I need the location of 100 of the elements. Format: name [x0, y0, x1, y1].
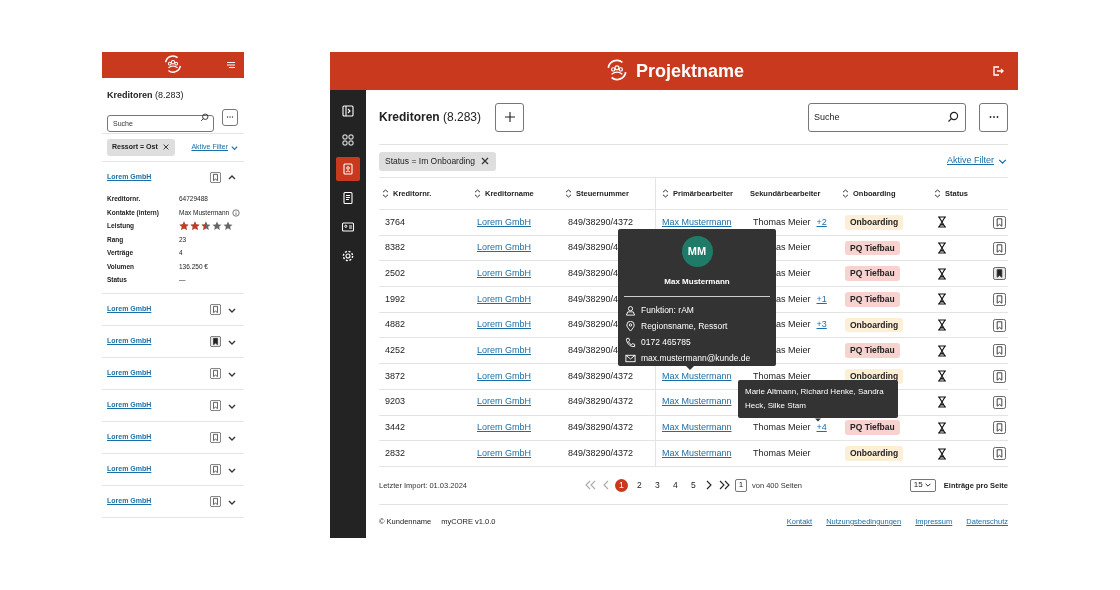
- add-button[interactable]: [495, 102, 525, 132]
- onboarding-badge: PQ Tiefbau: [845, 240, 900, 256]
- hourglass-icon: [937, 370, 947, 383]
- more-contacts-link[interactable]: +1: [816, 292, 827, 307]
- bookmark-icon[interactable]: [993, 215, 1006, 229]
- table-cell: as Meier: [776, 344, 811, 358]
- bookmark-filled-icon[interactable]: [993, 267, 1006, 281]
- last-page-icon[interactable]: [717, 480, 730, 491]
- bookmark-filled-icon[interactable]: [210, 336, 221, 347]
- company-link[interactable]: Lorem GmbH: [477, 447, 531, 458]
- close-icon[interactable]: [161, 143, 170, 151]
- page-title: Kreditoren (8.283): [106, 89, 185, 102]
- document-icon: [341, 191, 355, 205]
- more-contacts-link[interactable]: +3: [816, 318, 827, 332]
- bookmark-icon[interactable]: [210, 171, 221, 183]
- page-button[interactable]: 5: [686, 478, 700, 492]
- contact-link[interactable]: Max Mustermann: [662, 446, 732, 461]
- bookmark-icon[interactable]: [993, 318, 1006, 332]
- table-cell: 849/38290/4: [568, 242, 619, 253]
- menu-icon[interactable]: [226, 60, 236, 70]
- star-icon: [223, 221, 233, 232]
- table-cell: 3764: [385, 216, 406, 227]
- active-filter-link[interactable]: Aktive Filter: [947, 154, 1008, 168]
- filter-chip[interactable]: Status = Im Onboarding: [379, 151, 496, 171]
- contact-detail: max.mustermann@kunde.de: [641, 351, 751, 365]
- sort-icon[interactable]: [474, 189, 481, 198]
- onboarding-badge: PQ Tiefbau: [845, 266, 900, 282]
- table-cell: 849/38290/4372: [568, 370, 634, 381]
- bookmark-icon[interactable]: [210, 464, 221, 475]
- onboarding-badge: PQ Tiefbau: [845, 292, 900, 307]
- info-icon[interactable]: [232, 208, 241, 217]
- logout-icon[interactable]: [992, 65, 1004, 77]
- id-card-icon: [341, 220, 355, 234]
- company-link[interactable]: Lorem GmbH: [477, 370, 531, 381]
- bookmark-icon[interactable]: [210, 400, 221, 411]
- more-button[interactable]: [222, 108, 238, 126]
- close-icon[interactable]: [480, 156, 490, 166]
- table-cell: 2832: [385, 447, 406, 458]
- company-link[interactable]: Lorem GmbH: [477, 396, 531, 407]
- company-link[interactable]: Lorem GmbH: [477, 242, 531, 253]
- bookmark-icon[interactable]: [993, 292, 1006, 306]
- bookmark-icon[interactable]: [993, 395, 1006, 409]
- per-page-select[interactable]: 15: [909, 478, 936, 492]
- contact-link[interactable]: Max Mustermann: [662, 395, 732, 409]
- page-input[interactable]: 1: [734, 478, 747, 492]
- more-contacts-link[interactable]: +4: [816, 421, 827, 435]
- bookmark-icon[interactable]: [993, 344, 1006, 358]
- bookmark-icon[interactable]: [993, 369, 1006, 383]
- table-cell: Thomas Meier: [753, 421, 811, 435]
- company-link[interactable]: Lorem GmbH: [477, 216, 531, 227]
- hourglass-icon: [937, 242, 947, 255]
- contact-book-icon: [341, 162, 355, 176]
- bookmark-icon[interactable]: [993, 421, 1006, 435]
- bookmark-icon[interactable]: [210, 368, 221, 379]
- onboarding-badge: Onboarding: [845, 317, 904, 333]
- search-icon: [200, 112, 209, 122]
- table-cell: 849/38290/4: [568, 293, 619, 304]
- contact-detail: Funktion: rAM: [641, 303, 694, 317]
- company-link[interactable]: Lorem GmbH: [477, 267, 531, 278]
- page-button[interactable]: 1: [614, 478, 628, 492]
- page-button[interactable]: 3: [650, 478, 664, 492]
- sort-icon[interactable]: [934, 189, 941, 198]
- contact-link[interactable]: Max Mustermann: [662, 369, 732, 384]
- table-cell: 4252: [385, 345, 406, 356]
- search-field[interactable]: Suche: [808, 102, 966, 132]
- page-button[interactable]: 2: [632, 478, 646, 492]
- contact-link[interactable]: Max Mustermann: [662, 421, 732, 435]
- contact-link[interactable]: Max Mustermann: [662, 215, 732, 230]
- mail-icon: [625, 352, 636, 364]
- search-icon: [947, 110, 959, 123]
- onboarding-badge: PQ Tiefbau: [845, 420, 900, 436]
- company-link[interactable]: Lorem GmbH: [477, 422, 531, 433]
- company-link[interactable]: Lorem GmbH: [477, 345, 531, 356]
- avatar: MM: [681, 236, 713, 267]
- page-button[interactable]: 4: [668, 478, 682, 492]
- table-cell: 8382: [385, 242, 406, 253]
- sort-icon[interactable]: [842, 189, 849, 198]
- hourglass-icon: [937, 319, 947, 332]
- next-page-icon[interactable]: [704, 480, 713, 491]
- company-link[interactable]: Lorem GmbH: [477, 293, 531, 304]
- more-contacts-link[interactable]: +2: [816, 215, 827, 230]
- table-cell-text: Thomas Meier: [753, 446, 811, 460]
- company-link[interactable]: Lorem GmbH: [477, 319, 531, 330]
- sort-icon[interactable]: [565, 189, 572, 198]
- chevron-down-icon: [923, 481, 932, 490]
- more-button[interactable]: [979, 102, 1008, 132]
- sort-icon[interactable]: [382, 189, 389, 198]
- bookmark-icon[interactable]: [210, 496, 221, 507]
- sort-icon[interactable]: [662, 189, 669, 198]
- settings-icon: [341, 249, 355, 263]
- grid-icon: [341, 133, 355, 147]
- logo-icon: [162, 54, 184, 76]
- bookmark-icon[interactable]: [993, 241, 1006, 255]
- tooltip-pointer: [815, 418, 821, 422]
- bookmark-icon[interactable]: [210, 432, 221, 443]
- bookmark-icon[interactable]: [210, 304, 221, 315]
- hourglass-icon: [937, 267, 947, 280]
- more-icon: [226, 113, 234, 121]
- table-cell: 1992: [385, 293, 406, 304]
- bookmark-icon[interactable]: [993, 447, 1006, 461]
